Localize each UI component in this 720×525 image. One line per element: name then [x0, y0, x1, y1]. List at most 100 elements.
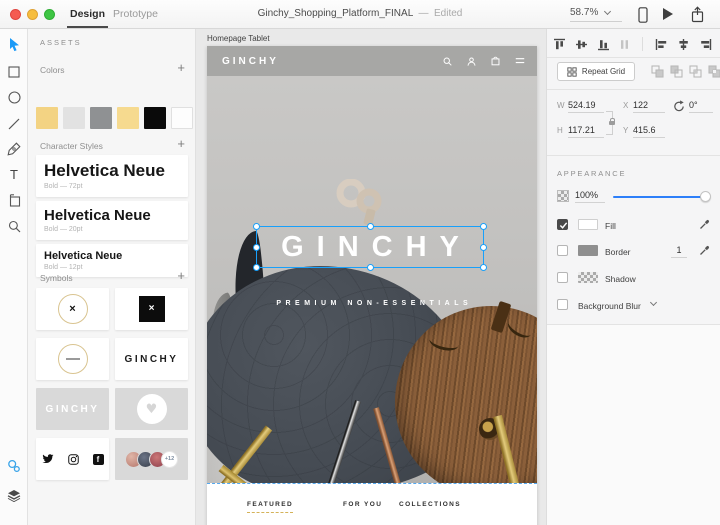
bool-subtract-icon[interactable] [670, 65, 683, 78]
ellipse-tool-icon[interactable] [0, 86, 28, 108]
align-bottom-icon[interactable] [597, 38, 610, 51]
color-swatch[interactable] [117, 107, 139, 129]
align-center-icon[interactable] [677, 38, 690, 51]
repeat-grid-button[interactable]: Repeat Grid [557, 62, 635, 81]
color-swatch[interactable] [90, 107, 112, 129]
selection-handle[interactable] [253, 223, 260, 230]
character-style-card[interactable]: Helvetica Neue Bold — 72pt [36, 155, 188, 197]
add-character-style-button[interactable]: + [177, 139, 185, 149]
character-style-card[interactable]: Helvetica Neue Bold — 20pt [36, 201, 188, 240]
selection-handle[interactable] [480, 244, 487, 251]
play-icon[interactable] [663, 6, 673, 20]
tab-prototype[interactable]: Prototype [113, 8, 158, 20]
artboard-tool-icon[interactable] [0, 189, 28, 211]
selection-bounding-box[interactable] [256, 226, 484, 268]
canvas-pasteboard[interactable]: Homepage Tablet GINCHY [196, 29, 546, 525]
color-swatch[interactable] [63, 107, 85, 129]
hero-subtitle-text[interactable]: PREMIUM NON-ESSENTIALS [207, 300, 537, 307]
colors-section-label: Colors [40, 65, 65, 75]
symbol-close-dark[interactable]: × [115, 288, 188, 330]
layers-panel-icon[interactable] [0, 484, 28, 506]
fill-eyedropper-icon[interactable] [699, 218, 711, 230]
text-tool-icon[interactable]: T [0, 163, 28, 185]
bool-exclude-icon[interactable] [708, 65, 720, 78]
bool-union-icon[interactable] [651, 65, 664, 78]
shadow-swatch[interactable] [578, 272, 598, 283]
width-field[interactable]: 524.19 [568, 100, 604, 113]
design-site-header[interactable]: GINCHY [207, 46, 537, 76]
symbol-logo-light[interactable]: GINCHY [36, 388, 109, 430]
nav-collections[interactable]: COLLECTIONS [399, 501, 461, 508]
assets-panel-icon[interactable] [0, 455, 28, 477]
selection-handle[interactable] [253, 244, 260, 251]
add-symbol-button[interactable]: + [177, 271, 185, 281]
symbol-logo-dark[interactable]: GINCHY [115, 338, 188, 380]
minimize-window-button[interactable] [27, 9, 38, 20]
fill-checkbox[interactable] [557, 219, 568, 230]
rotation-field[interactable]: 0° [689, 100, 713, 113]
rotate-icon[interactable] [673, 100, 685, 112]
nav-for-you[interactable]: FOR YOU [343, 501, 382, 508]
design-logo-text[interactable]: GINCHY [222, 56, 279, 67]
shadow-checkbox[interactable] [557, 272, 568, 283]
height-field[interactable]: 117.21 [568, 125, 604, 138]
select-tool-icon[interactable] [0, 33, 28, 55]
lock-aspect-icon[interactable] [609, 119, 616, 125]
rectangle-tool-icon[interactable] [0, 61, 28, 83]
x-field[interactable]: 122 [633, 100, 665, 113]
selection-handle[interactable] [480, 264, 487, 271]
closed-eye-shape [428, 331, 461, 354]
windup-key-shape [329, 179, 389, 229]
artboard-homepage-tablet[interactable]: GINCHY [207, 46, 537, 525]
nav-featured[interactable]: FEATURED [247, 501, 293, 513]
border-checkbox[interactable] [557, 245, 568, 256]
opacity-slider-handle[interactable] [700, 191, 711, 202]
add-color-button[interactable]: + [177, 63, 185, 73]
fill-color-swatch[interactable] [578, 219, 598, 230]
line-tool-icon[interactable] [0, 113, 28, 135]
align-left-icon[interactable] [655, 38, 668, 51]
opacity-slider[interactable] [613, 196, 709, 198]
artboard-name[interactable]: Homepage Tablet [207, 34, 270, 43]
color-swatch[interactable] [171, 107, 193, 129]
background-blur-checkbox[interactable] [557, 299, 568, 310]
selection-handle[interactable] [367, 223, 374, 230]
symbol-avatars[interactable]: +12 [115, 438, 188, 480]
chevron-down-icon[interactable] [650, 299, 657, 306]
design-nav-strip[interactable]: FEATURED FOR YOU COLLECTIONS [207, 484, 537, 525]
border-eyedropper-icon[interactable] [699, 244, 711, 256]
align-toolbar [553, 37, 720, 51]
ginchy-wordmark: GINCHY [125, 354, 179, 365]
symbol-heart-button[interactable]: ♥ [115, 388, 188, 430]
border-color-swatch[interactable] [578, 245, 598, 256]
close-window-button[interactable] [10, 9, 21, 20]
pen-tool-icon[interactable] [0, 138, 28, 160]
selection-handle[interactable] [367, 264, 374, 271]
selection-handle[interactable] [480, 223, 487, 230]
user-icon [467, 57, 476, 66]
tab-design[interactable]: Design [70, 8, 105, 20]
symbol-button-circle[interactable] [36, 338, 109, 380]
bag-icon [491, 56, 500, 66]
border-width-field[interactable]: 1 [671, 245, 687, 258]
character-style-name: Helvetica Neue [36, 201, 188, 224]
fullscreen-window-button[interactable] [44, 9, 55, 20]
bool-intersect-icon[interactable] [689, 65, 702, 78]
selection-handle[interactable] [253, 264, 260, 271]
align-top-icon[interactable] [553, 38, 566, 51]
y-field[interactable]: 415.6 [633, 125, 665, 138]
color-swatch[interactable] [36, 107, 58, 129]
share-icon[interactable] [690, 6, 705, 23]
symbol-close-light[interactable]: × [36, 288, 109, 330]
zoom-level-dropdown[interactable]: 58.7% [570, 7, 622, 22]
align-middle-icon[interactable] [575, 38, 588, 51]
opacity-field[interactable]: 100% [575, 190, 605, 203]
character-style-detail: Bold — 72pt [36, 181, 188, 190]
align-right-icon[interactable] [699, 38, 712, 51]
device-preview-button[interactable] [638, 7, 648, 23]
zoom-tool-icon[interactable] [0, 215, 28, 237]
hero-photo[interactable]: GINCHY PREMIUM NON-ESSENTIALS [207, 76, 537, 483]
distribute-horizontal-icon[interactable] [619, 38, 630, 51]
color-swatch[interactable] [144, 107, 166, 129]
symbol-social-icons[interactable]: f [36, 438, 109, 480]
